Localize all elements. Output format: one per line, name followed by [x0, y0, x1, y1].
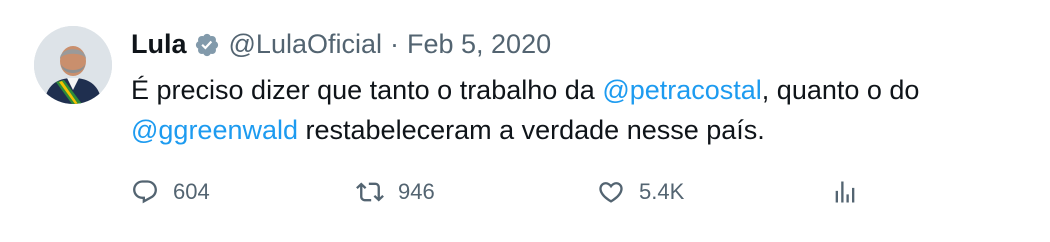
tweet-text-part: restabeleceram a verdade nesse país. — [298, 115, 765, 145]
reply-icon — [133, 180, 157, 204]
retweet-icon — [356, 182, 384, 202]
heart-icon — [599, 182, 623, 203]
tweet-text-part: É preciso dizer que tanto o trabalho da — [131, 75, 603, 105]
tweet-date[interactable]: Feb 5, 2020 — [407, 26, 551, 62]
views-icon — [835, 181, 855, 203]
like-count: 5.4K — [639, 179, 685, 204]
mention-link[interactable]: @petracostal — [602, 75, 761, 105]
author-handle[interactable]: @LulaOficial — [229, 26, 382, 62]
views-button[interactable] — [831, 172, 859, 212]
like-button[interactable]: 5.4K — [597, 172, 684, 212]
retweet-button[interactable]: 946 — [356, 172, 435, 212]
avatar-image — [34, 26, 112, 104]
tweet-text: É preciso dizer que tanto o trabalho da … — [131, 70, 1031, 150]
author-name[interactable]: Lula — [131, 26, 187, 62]
tweet-text-part: , quanto o do — [761, 75, 920, 105]
reply-button[interactable]: 604 — [131, 172, 210, 212]
separator-dot: · — [390, 29, 399, 59]
mention-link[interactable]: @ggreenwald — [131, 115, 298, 145]
retweet-count: 946 — [398, 179, 435, 204]
tweet-actions: 604 946 5.4K — [131, 172, 871, 212]
reply-count: 604 — [173, 179, 210, 204]
tweet: Lula @LulaOficial · Feb 5, 2020 É precis… — [0, 0, 1050, 242]
tweet-header: Lula @LulaOficial · Feb 5, 2020 — [131, 26, 551, 62]
verified-badge-icon — [194, 31, 220, 57]
avatar[interactable] — [34, 26, 112, 104]
